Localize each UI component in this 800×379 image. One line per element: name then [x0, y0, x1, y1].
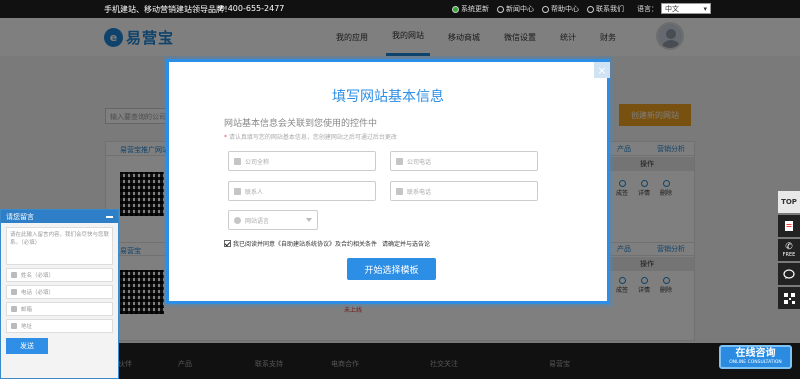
phone-free-icon[interactable]: ✆ FREE	[778, 239, 800, 261]
online-consultation-button[interactable]: 在线咨询 ONLINE CONSULTATION	[719, 345, 792, 369]
phone-icon: ✆	[218, 4, 225, 13]
chat-phone-field[interactable]: 电话（必填）	[6, 285, 113, 299]
close-icon[interactable]: ×	[594, 62, 610, 78]
modal-note: * 请认真填写您的网站基本信息，您创建网站之后可通过后台更改	[224, 134, 397, 141]
help-icon	[542, 5, 549, 13]
slogan: 手机建站、移动营销建站领导品牌！	[104, 5, 232, 14]
chat-panel: 请您留言 请在此输入留言内容，我们会尽快与您联系。（必填） 姓名（必填） 电话（…	[0, 209, 119, 379]
hotline-number: 400-655-2477	[227, 4, 285, 13]
top-link-help[interactable]: 帮助中心	[542, 4, 579, 14]
location-icon	[11, 323, 17, 329]
doc-icon[interactable]	[778, 215, 800, 237]
modal-title: 填写网站基本信息	[332, 89, 444, 105]
contact-person-field[interactable]: 联系人	[228, 181, 376, 201]
globe-icon	[234, 216, 241, 224]
chevron-down-icon	[306, 218, 312, 222]
agree-checkbox[interactable]	[224, 240, 231, 247]
chat-bubble-icon[interactable]	[778, 263, 800, 285]
agreement-text[interactable]: 我已阅读并同意《自助建站系统协议》及合约相关条件	[233, 239, 377, 248]
chat-send-button[interactable]: 发送	[6, 338, 48, 354]
back-to-top-button[interactable]: TOP	[778, 191, 800, 213]
language-select[interactable]: 中文 ▾	[661, 3, 711, 14]
chat-email-field[interactable]: 邮箱	[6, 302, 113, 316]
site-info-modal: × 填写网站基本信息 网站基本信息会关联到您使用的控件中 * 请认真填写您的网站…	[166, 59, 610, 304]
qrcode-icon[interactable]	[778, 287, 800, 309]
consult-subtitle: ONLINE CONSULTATION	[729, 360, 782, 365]
start-choose-template-button[interactable]: 开始选择模板	[347, 258, 436, 280]
phone-icon	[11, 289, 17, 295]
language-label: 语言：	[637, 4, 658, 13]
top-link-update[interactable]: 系统更新	[452, 4, 489, 14]
telephone-icon	[396, 157, 403, 165]
language-switcher: 语言： 中文 ▾	[637, 3, 711, 14]
phone-icon	[396, 187, 403, 195]
chat-title: 请您留言	[6, 212, 34, 221]
person-icon	[234, 187, 241, 195]
top-links: 系统更新 新闻中心 帮助中心 联系我们	[452, 4, 624, 14]
top-link-news[interactable]: 新闻中心	[497, 4, 534, 14]
contact-phone-field[interactable]: 联系电话	[390, 181, 538, 201]
update-icon	[452, 5, 459, 13]
chevron-down-icon: ▾	[703, 4, 707, 13]
news-icon	[497, 5, 504, 13]
agreement-row: 我已阅读并同意《自助建站系统协议》及合约相关条件 请确定并与选告论	[224, 239, 430, 248]
mail-icon	[11, 306, 17, 312]
minimize-icon[interactable]	[106, 215, 113, 218]
chat-message-input[interactable]: 请在此输入留言内容，我们会尽快与您联系。（必填）	[6, 227, 113, 265]
chat-address-field[interactable]: 地址	[6, 319, 113, 333]
chat-name-field[interactable]: 姓名（必填）	[6, 268, 113, 282]
right-toolbar: TOP ✆ FREE	[778, 191, 800, 311]
company-phone-field[interactable]: 公司电话	[390, 151, 538, 171]
consult-title: 在线咨询	[735, 348, 776, 359]
company-name-field[interactable]: 公司全称	[228, 151, 376, 171]
top-link-contact[interactable]: 联系我们	[587, 4, 624, 14]
modal-subtitle: 网站基本信息会关联到您使用的控件中	[224, 119, 378, 129]
required-star: *	[224, 134, 227, 141]
building-icon	[234, 157, 241, 165]
top-bar: 手机建站、移动营销建站领导品牌！ ✆ 400-655-2477 系统更新 新闻中…	[0, 0, 800, 18]
person-icon	[11, 272, 17, 278]
chat-header: 请您留言	[1, 210, 118, 223]
agreement-link[interactable]: 请确定并与选告论	[382, 239, 430, 248]
site-language-select[interactable]: 网站语言	[228, 210, 318, 230]
hotline: ✆ 400-655-2477	[218, 4, 284, 13]
contact-icon	[587, 5, 594, 13]
